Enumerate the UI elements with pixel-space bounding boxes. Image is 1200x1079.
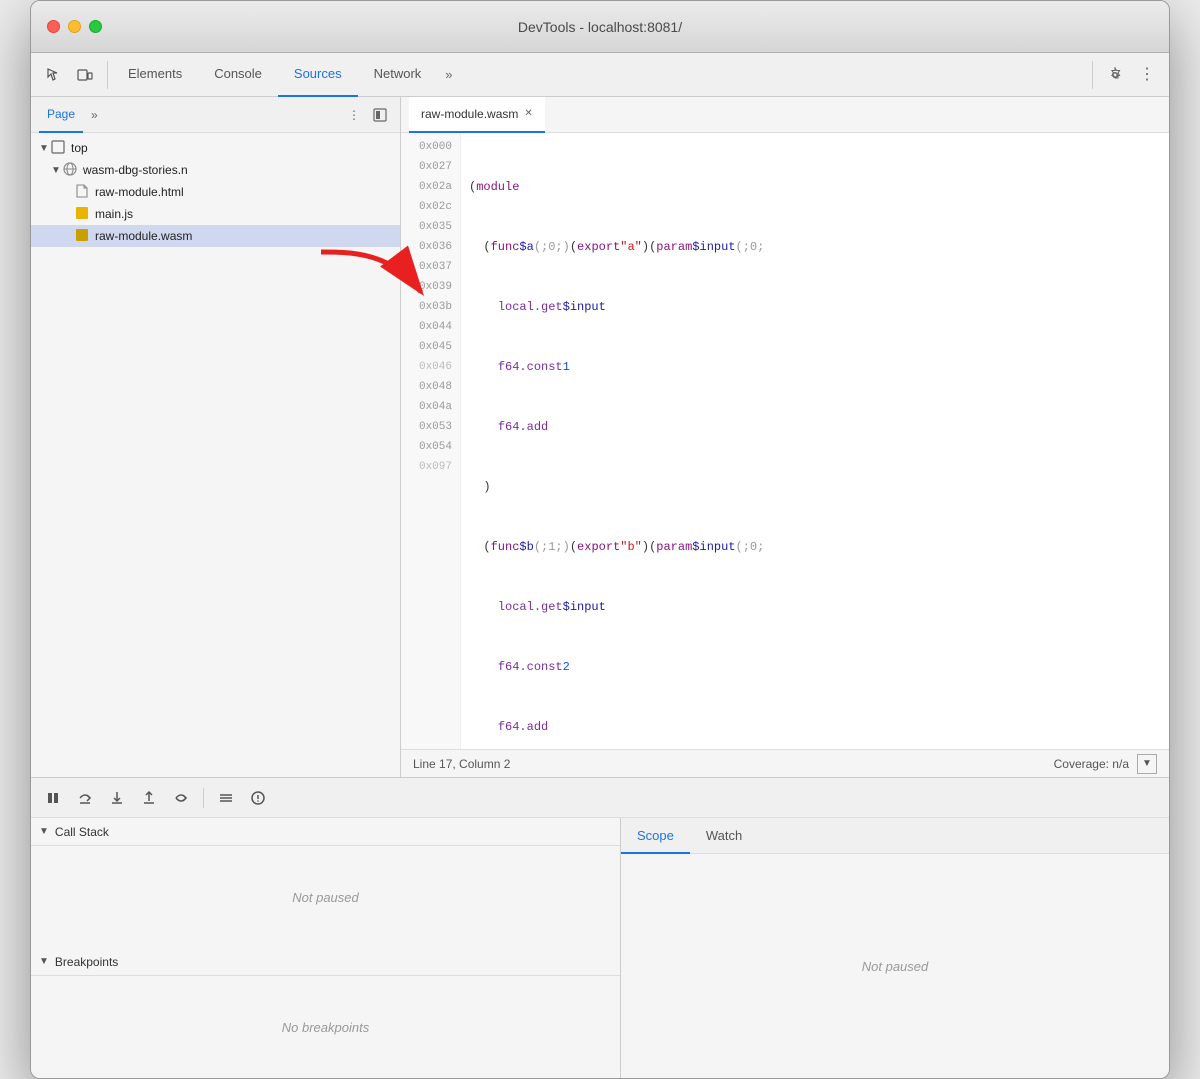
tab-elements[interactable]: Elements [112,53,198,97]
toolbar-right: ⋮ [1092,61,1161,89]
bottom-panel: ▼ Call Stack Not paused ▼ Breakpoints No… [31,777,1169,1078]
step-out-button[interactable] [135,784,163,812]
call-stack-not-paused: Not paused [292,890,359,905]
inspect-icon[interactable] [39,61,67,89]
tree-item-html[interactable]: raw-module.html [31,181,400,203]
breakpoints-header[interactable]: ▼ Breakpoints [31,948,620,976]
tab-sources[interactable]: Sources [278,53,358,97]
tab-scope[interactable]: Scope [621,818,690,854]
bottom-left: ▼ Call Stack Not paused ▼ Breakpoints No… [31,818,621,1078]
left-panel: Page » ⋮ ▼ [31,97,401,777]
cursor-position: Line 17, Column 2 [413,757,510,771]
settings-icon[interactable] [1101,61,1129,89]
toolbar-icons [39,61,108,89]
line-numbers: 0x000 0x027 0x02a 0x02c 0x035 0x036 0x03… [401,133,461,749]
status-bar: Line 17, Column 2 Coverage: n/a ▼ [401,749,1169,777]
minimize-button[interactable] [68,20,81,33]
scope-content: Not paused [621,854,1169,1078]
tree-item-js[interactable]: main.js [31,203,400,225]
step-over-button[interactable] [71,784,99,812]
close-button[interactable] [47,20,60,33]
device-toggle-icon[interactable] [71,61,99,89]
panel-header: Page » ⋮ [31,97,400,133]
coverage-dropdown[interactable]: ▼ [1137,754,1157,774]
coverage-label: Coverage: n/a [1054,757,1129,771]
code-content: (module (func $a (;0;) (export "a") (par… [461,133,1169,749]
step-next-button[interactable] [167,784,195,812]
bottom-sections: ▼ Call Stack Not paused ▼ Breakpoints No… [31,818,1169,1078]
panel-more-icon[interactable]: ⋮ [342,103,366,127]
bottom-right: Scope Watch Not paused [621,818,1169,1078]
call-stack-header[interactable]: ▼ Call Stack [31,818,620,846]
pause-button[interactable] [39,784,67,812]
tab-watch[interactable]: Watch [690,818,758,854]
editor-tab-wasm[interactable]: raw-module.wasm ✕ [409,97,545,133]
title-bar: DevTools - localhost:8081/ [31,1,1169,53]
tab-network[interactable]: Network [358,53,438,97]
status-right: Coverage: n/a ▼ [1054,754,1157,774]
panel-header-right: ⋮ [342,103,392,127]
pause-on-exception-button[interactable] [244,784,272,812]
scope-not-paused: Not paused [862,959,929,974]
nav-tabs: Elements Console Sources Network » [112,53,1092,97]
traffic-lights [47,20,102,33]
editor-tabs: raw-module.wasm ✕ [401,97,1169,133]
bottom-tabs: Scope Watch [621,818,1169,854]
right-panel: raw-module.wasm ✕ 0x000 0x027 0x02a 0x02… [401,97,1169,777]
deactivate-breakpoints-button[interactable] [212,784,240,812]
panel-sync-icon[interactable] [368,103,392,127]
breakpoints-content: No breakpoints [31,976,620,1078]
tab-more[interactable]: » [437,67,460,82]
more-options-icon[interactable]: ⋮ [1133,61,1161,89]
call-stack-content: Not paused [31,846,620,948]
maximize-button[interactable] [89,20,102,33]
code-area[interactable]: 0x000 0x027 0x02a 0x02c 0x035 0x036 0x03… [401,133,1169,749]
window-title: DevTools - localhost:8081/ [518,19,682,35]
panel-tab-page[interactable]: Page [39,97,83,133]
tree-item-top[interactable]: ▼ top [31,137,400,159]
debug-toolbar [31,778,1169,818]
file-tree: ▼ top ▼ wasm-dbg-stories.n [31,133,400,777]
devtools-window: DevTools - localhost:8081/ Elements Cons… [30,0,1170,1079]
main-content: Page » ⋮ ▼ [31,97,1169,777]
debug-separator [203,788,204,808]
panel-tab-more[interactable]: » [87,108,102,122]
tree-item-wasm[interactable]: raw-module.wasm [31,225,400,247]
editor-tab-close[interactable]: ✕ [524,108,532,119]
step-into-button[interactable] [103,784,131,812]
tree-item-domain[interactable]: ▼ wasm-dbg-stories.n [31,159,400,181]
tab-console[interactable]: Console [198,53,278,97]
top-toolbar: Elements Console Sources Network » ⋮ [31,53,1169,97]
no-breakpoints-text: No breakpoints [282,1020,369,1035]
